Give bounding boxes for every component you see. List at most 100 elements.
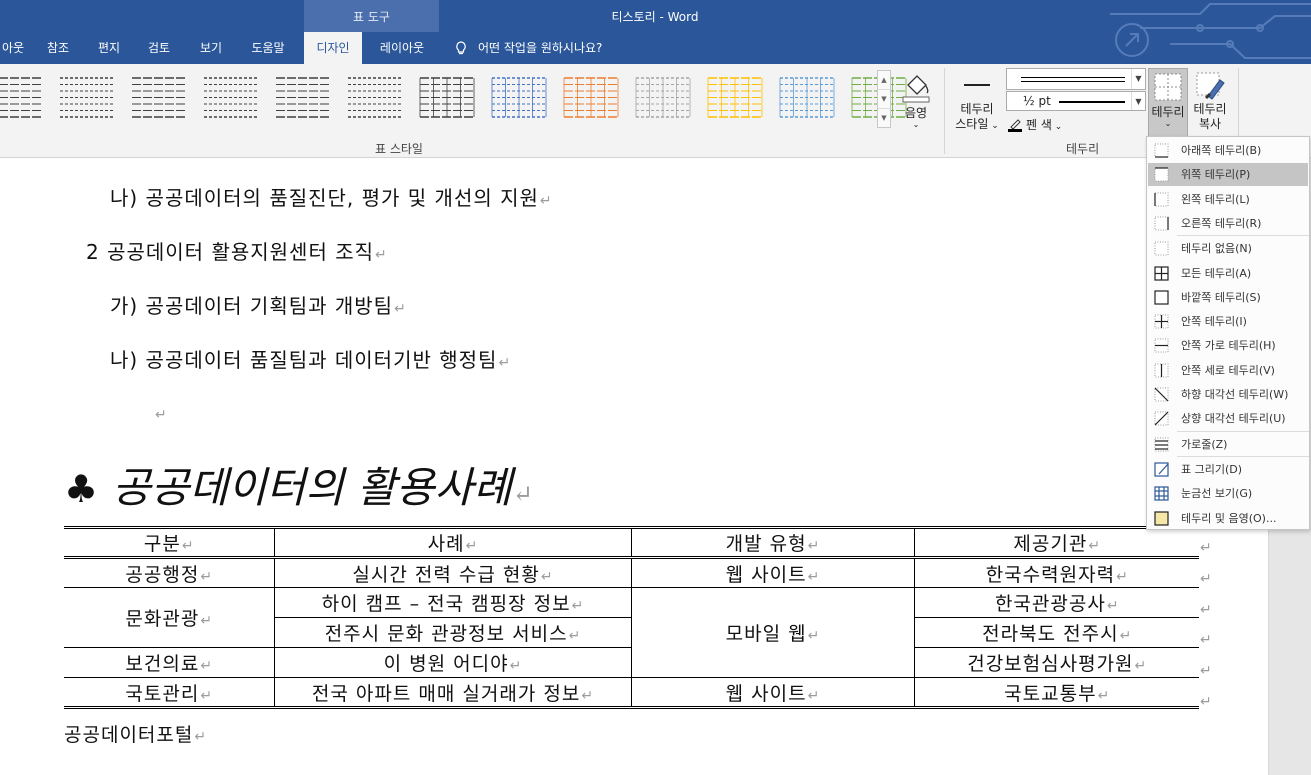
tab-references[interactable]: 참조 bbox=[34, 32, 82, 64]
borders-menu-item[interactable]: 테두리 없음(N) bbox=[1148, 237, 1308, 260]
gallery-scroll-up-icon[interactable]: ▲ bbox=[878, 71, 890, 90]
borders-button-label: 테두리 bbox=[1151, 105, 1185, 119]
table-cell[interactable]: 이 병원 어디야↵ bbox=[273, 647, 632, 678]
borders-menu-item[interactable]: 가로줄(Z) bbox=[1148, 433, 1308, 456]
borders-menu-item[interactable]: 상향 대각선 테두리(U) bbox=[1148, 407, 1308, 430]
ribbon: ▲ ▼ ▼ 표 스타일 음영 ⌄ 테두리 스타일 ⌄ ▼ ½ pt ▼ 펜 색 … bbox=[0, 64, 1311, 158]
line-weight-value: ½ pt bbox=[1023, 94, 1051, 108]
table-styles-group-label: 표 스타일 bbox=[375, 142, 423, 156]
tab-mailings[interactable]: 편지 bbox=[86, 32, 132, 64]
borders-menu-item[interactable]: 아래쪽 테두리(B) bbox=[1148, 139, 1308, 162]
table-style-thumbnail[interactable] bbox=[418, 76, 476, 120]
table-cell[interactable]: 모바일 웹↵ bbox=[630, 587, 915, 678]
document-page[interactable]: 나) 공공데이터의 품질진단, 평가 및 개선의 지원↵ 2 공공데이터 활용지… bbox=[0, 158, 1268, 775]
borders-menu-item[interactable]: 안쪽 세로 테두리(V) bbox=[1148, 359, 1308, 382]
line-style-preview-bottom bbox=[1021, 81, 1125, 82]
borders-menu-item-label: 안쪽 세로 테두리(V) bbox=[1181, 363, 1275, 377]
table-cell[interactable]: 웹 사이트↵ bbox=[630, 677, 915, 708]
inside-borders-icon bbox=[1154, 314, 1169, 329]
borders-menu-item-label: 모든 테두리(A) bbox=[1181, 266, 1252, 280]
gallery-scroll-down-icon[interactable]: ▼ bbox=[878, 90, 890, 109]
table-cell[interactable]: 전라북도 전주시↵ bbox=[913, 617, 1199, 648]
table-row: 공공행정↵ 실시간 전력 수급 현황↵ 웹 사이트↵ 한국수력원자력↵ bbox=[64, 557, 1199, 588]
borders-menu-item[interactable]: 오른쪽 테두리(R) bbox=[1148, 212, 1308, 235]
borders-menu-item[interactable]: 위쪽 테두리(P) bbox=[1148, 163, 1308, 187]
tell-me-box[interactable]: 어떤 작업을 원하시나요? bbox=[454, 32, 602, 64]
table-cell[interactable]: 문화관광↵ bbox=[64, 587, 275, 648]
tab-review[interactable]: 검토 bbox=[136, 32, 182, 64]
table-style-thumbnail[interactable] bbox=[274, 76, 332, 120]
header-cell[interactable]: 구분↵ bbox=[64, 527, 275, 559]
table-cell[interactable]: 한국관광공사↵ bbox=[913, 587, 1199, 618]
shading-button[interactable]: 음영 ⌄ bbox=[896, 68, 936, 134]
inside-horizontal-border-icon bbox=[1154, 338, 1169, 353]
line-style-dropdown-icon[interactable]: ▼ bbox=[1131, 69, 1145, 89]
line-weight-dropdown-icon[interactable]: ▼ bbox=[1131, 92, 1145, 110]
header-cell[interactable]: 사례↵ bbox=[273, 527, 632, 559]
borders-menu-item[interactable]: 안쪽 가로 테두리(H) bbox=[1148, 334, 1308, 357]
borders-menu-item[interactable]: 표 그리기(D) bbox=[1148, 458, 1308, 481]
source-caption: 공공데이터포털↵ bbox=[64, 724, 207, 746]
borders-button[interactable]: 테두리 ⌄ bbox=[1148, 68, 1188, 138]
table-style-icon bbox=[491, 77, 547, 118]
table-style-thumbnail[interactable] bbox=[0, 76, 44, 120]
borders-menu-item[interactable]: 하향 대각선 테두리(W) bbox=[1148, 383, 1308, 406]
table-style-thumbnail[interactable] bbox=[346, 76, 404, 120]
list-item: 나) 공공데이터의 품질진단, 평가 및 개선의 지원↵ bbox=[110, 186, 552, 210]
table-cell[interactable]: 국토교통부↵ bbox=[913, 677, 1199, 708]
tab-layout-partial[interactable]: 아웃 bbox=[0, 32, 26, 64]
borders-and-shading-icon bbox=[1154, 510, 1169, 526]
table-style-thumbnail[interactable] bbox=[58, 76, 116, 120]
tab-table-layout[interactable]: 레이아웃 bbox=[368, 32, 436, 64]
table-cell[interactable]: 보건의료↵ bbox=[64, 647, 275, 678]
shading-label: 음영 bbox=[904, 106, 928, 120]
table-style-thumbnail[interactable] bbox=[490, 76, 548, 120]
borders-menu-item[interactable]: 안쪽 테두리(I) bbox=[1148, 310, 1308, 333]
table-style-thumbnail[interactable] bbox=[562, 76, 620, 120]
table-style-icon bbox=[204, 77, 258, 118]
tab-help[interactable]: 도움말 bbox=[240, 32, 296, 64]
table-cell[interactable]: 실시간 전력 수급 현황↵ bbox=[273, 557, 632, 588]
table-cell[interactable]: 웹 사이트↵ bbox=[630, 557, 915, 588]
borders-menu-item-label: 상향 대각선 테두리(U) bbox=[1181, 412, 1286, 426]
table-style-thumbnail[interactable] bbox=[706, 76, 764, 120]
borders-menu-item[interactable]: 왼쪽 테두리(L) bbox=[1148, 188, 1308, 211]
tab-view[interactable]: 보기 bbox=[186, 32, 236, 64]
cases-table[interactable]: 구분↵ 사례↵ 개발 유형↵ 제공기관↵ 공공행정↵ 실시간 전력 수급 현황↵… bbox=[64, 526, 1199, 709]
gallery-more-icon[interactable]: ▼ bbox=[878, 109, 890, 128]
table-header-row: 구분↵ 사례↵ 개발 유형↵ 제공기관↵ bbox=[64, 527, 1199, 559]
table-cell[interactable]: 건강보험심사평가원↵ bbox=[913, 647, 1199, 678]
lightbulb-icon bbox=[456, 41, 466, 55]
borders-menu-item[interactable]: 테두리 및 음영(O)... bbox=[1148, 507, 1308, 530]
header-cell[interactable]: 개발 유형↵ bbox=[630, 527, 915, 559]
tab-table-design[interactable]: 디자인 bbox=[304, 32, 362, 64]
borders-menu-item[interactable]: 눈금선 보기(G) bbox=[1148, 482, 1308, 505]
table-cell[interactable]: 공공행정↵ bbox=[64, 557, 275, 588]
table-style-icon bbox=[419, 77, 475, 118]
borders-menu-item[interactable]: 바깥쪽 테두리(S) bbox=[1148, 286, 1308, 309]
header-cell[interactable]: 제공기관↵ bbox=[913, 527, 1199, 559]
end-of-row-mark: ↵ bbox=[1200, 632, 1212, 648]
borders-menu-item-label: 위쪽 테두리(P) bbox=[1181, 168, 1251, 182]
table-cell[interactable]: 국토관리↵ bbox=[64, 677, 275, 708]
list-item: 가) 공공데이터 기획팀과 개방팀↵ bbox=[110, 294, 406, 318]
table-style-thumbnail[interactable] bbox=[202, 76, 260, 120]
title-bar: 표 도구 티스토리 - Word 아웃 참조 편지 검토 보기 도움말 디자인 … bbox=[0, 0, 1311, 64]
table-cell[interactable]: 전주시 문화 관광정보 서비스↵ bbox=[274, 617, 632, 648]
end-of-row-mark: ↵ bbox=[1200, 602, 1212, 618]
left-border-icon bbox=[1154, 192, 1169, 207]
table-cell[interactable]: 하이 캠프 – 전국 캠핑장 정보↵ bbox=[273, 587, 632, 618]
pen-color-button[interactable]: 펜 색 ⌄ bbox=[1008, 116, 1062, 133]
border-styles-button[interactable]: 테두리 스타일 ⌄ bbox=[950, 72, 1004, 138]
section-heading: ♣ 공공데이터의 활용사례↵ bbox=[64, 454, 533, 515]
line-weight-combo[interactable]: ½ pt ▼ bbox=[1006, 91, 1146, 111]
border-painter-button[interactable]: 테두리 복사 bbox=[1190, 68, 1230, 138]
table-style-thumbnail[interactable] bbox=[130, 76, 188, 120]
line-style-combo[interactable]: ▼ bbox=[1006, 68, 1146, 90]
table-cell[interactable]: 한국수력원자력↵ bbox=[913, 557, 1199, 588]
table-cell[interactable]: 전국 아파트 매매 실거래가 정보↵ bbox=[273, 677, 632, 708]
list-item: 2 공공데이터 활용지원센터 조직↵ bbox=[86, 240, 387, 264]
borders-menu-item[interactable]: 모든 테두리(A) bbox=[1148, 262, 1308, 285]
table-style-thumbnail[interactable] bbox=[634, 76, 692, 120]
table-style-thumbnail[interactable] bbox=[778, 76, 836, 120]
